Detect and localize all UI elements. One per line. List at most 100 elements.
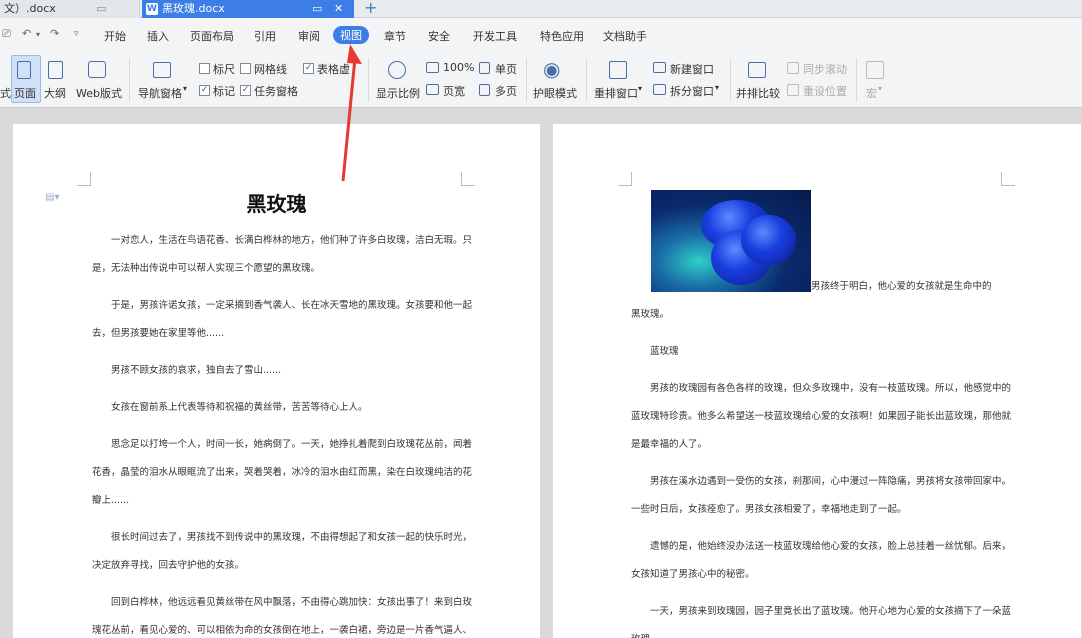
page-view-icon[interactable] — [17, 61, 31, 79]
text-line: 玫瑰。 — [631, 626, 1011, 638]
menu-review[interactable]: 审阅 — [298, 28, 320, 44]
tab-label: 黑玫瑰.docx — [162, 2, 225, 15]
chevron-down-icon[interactable]: ▾ — [183, 84, 187, 93]
menu-security[interactable]: 安全 — [428, 28, 450, 44]
text-line: 很长时间过去了，男孩找不到传说中的黑玫瑰，不由得想起了和女孩一起的快乐时光， — [111, 532, 473, 543]
single-page-icon[interactable] — [479, 62, 490, 74]
macro-icon — [866, 61, 884, 79]
left-page-text: 一对恋人，生活在鸟语花香、长满白桦林的地方，他们种了许多白玫瑰，洁白无瑕。只 是… — [92, 227, 472, 638]
word-document-icon: W — [146, 3, 158, 15]
task-pane-checkbox[interactable]: ✓ — [240, 85, 251, 96]
print-preview-icon[interactable]: ⎚ — [2, 27, 11, 41]
text-line: 一天，男孩来到玫瑰园，园子里竟长出了蓝玫瑰。他开心地为心爱的女孩摘下了一朵蓝 — [650, 606, 1012, 617]
text-line: 是，无法种出传说中可以帮人实现三个愿望的黑玫瑰。 — [92, 263, 321, 274]
arrange-windows-button[interactable]: 重排窗口 — [594, 85, 638, 101]
new-window-button[interactable]: 新建窗口 — [670, 61, 714, 77]
page-width-icon[interactable] — [426, 84, 439, 95]
text-line: 女孩知道了男孩心中的秘密。 — [631, 569, 755, 580]
new-tab-icon[interactable]: + — [364, 0, 377, 17]
tab-active-document[interactable]: W 黑玫瑰.docx ▭ ✕ — [142, 0, 354, 18]
single-page-button[interactable]: 单页 — [495, 61, 517, 77]
ruler-label: 标尺 — [213, 63, 235, 76]
text-line: 遗憾的是，他始终没办法送一枝蓝玫瑰给他心爱的女孩，脸上总挂着一丝忧郁。后来， — [650, 541, 1012, 552]
gridline-checkbox[interactable] — [240, 63, 251, 74]
margin-corner-mark — [461, 172, 475, 186]
navigation-pane-button[interactable]: 导航窗格 — [138, 85, 182, 101]
task-pane-label: 任务窗格 — [254, 85, 298, 98]
menu-references[interactable]: 引用 — [254, 28, 276, 44]
chevron-down-icon[interactable]: ▾ — [715, 83, 719, 92]
text-line: 于是，男孩许诺女孩，一定采摘到香气袭人、长在冰天雪地的黑玫瑰。女孩要和他一起 — [111, 300, 473, 311]
hundred-percent-icon[interactable] — [426, 62, 439, 73]
menu-bar: ⎚ ↶ ▾ ↷ ▿ 开始 插入 页面布局 引用 审阅 视图 章节 安全 开发工具… — [0, 18, 1082, 52]
split-window-icon[interactable] — [653, 84, 666, 95]
document-page-left[interactable]: ▤▾ 黑玫瑰 一对恋人，生活在鸟语花香、长满白桦林的地方，他们种了许多白玫瑰，洁… — [13, 124, 540, 638]
text-line: 是最幸福的人了。 — [631, 439, 708, 450]
menu-page-layout[interactable]: 页面布局 — [190, 28, 234, 44]
menu-chapter[interactable]: 章节 — [384, 28, 406, 44]
multi-page-button[interactable]: 多页 — [495, 83, 517, 99]
side-by-side-button[interactable]: 并排比较 — [736, 85, 780, 101]
text-line: 花香，晶莹的泪水从眼眶流了出来，哭着哭着，冰冷的泪水由红而黑，染在白玫瑰纯洁的花 — [92, 467, 473, 478]
macro-button: 宏 — [866, 87, 877, 100]
text-line: 男孩终于明白，他心爱的女孩就是生命中的 — [811, 281, 992, 292]
menu-doc-assistant[interactable]: 文档助手 — [603, 28, 647, 44]
web-layout-button[interactable]: Web版式 — [76, 85, 122, 101]
text-line: 黑玫瑰。 — [631, 309, 670, 320]
table-grid-checkbox[interactable]: ✓ — [303, 63, 314, 74]
margin-corner-mark — [618, 172, 632, 186]
split-window-button[interactable]: 拆分窗口 — [670, 83, 714, 99]
undo-dropdown-icon[interactable]: ▾ — [36, 30, 40, 39]
ribbon-separator — [856, 58, 857, 102]
text-line: 蓝玫瑰特珍贵。他多么希望送一枝蓝玫瑰给心爱的女孩啊！如果园子能长出蓝玫瑰，那他就 — [631, 411, 1012, 422]
text-line: 蓝玫瑰 — [650, 346, 679, 357]
partial-view-label[interactable]: 式 — [0, 85, 11, 101]
menu-features[interactable]: 特色应用 — [540, 28, 584, 44]
close-icon[interactable]: ✕ — [334, 0, 343, 17]
eye-protection-button[interactable]: 护眼模式 — [533, 85, 577, 101]
pin-icon[interactable]: ▭ — [312, 0, 322, 17]
outline-button[interactable]: 大纲 — [44, 85, 66, 101]
page-width-button[interactable]: 页宽 — [443, 83, 465, 99]
web-layout-icon[interactable] — [88, 61, 106, 78]
tab-other-document[interactable]: 文）.docx ▭ — [0, 0, 140, 18]
text-line: 瓣上...... — [92, 495, 130, 506]
ribbon-separator — [730, 58, 731, 102]
text-line: 思念足以打垮一个人，时间一长，她病倒了。一天，她挣扎着爬到白玫瑰花丛前，闻着 — [111, 439, 473, 450]
pin-icon[interactable]: ▭ — [96, 0, 106, 17]
ribbon-separator — [368, 58, 369, 102]
mark-label: 标记 — [213, 85, 235, 98]
text-line: 男孩在溪水边遇到一受伤的女孩，刹那间，心中漫过一阵隐痛，男孩将女孩带回家中。 — [650, 476, 1012, 487]
new-window-icon[interactable] — [653, 62, 666, 73]
ribbon-separator — [586, 58, 587, 102]
mark-checkbox[interactable]: ✓ — [199, 85, 210, 96]
multi-page-icon[interactable] — [479, 84, 490, 96]
menu-view[interactable]: 视图 — [333, 26, 369, 44]
page-view-button[interactable]: 页面 — [14, 85, 36, 101]
arrange-windows-icon[interactable] — [609, 61, 627, 79]
zoom-button[interactable]: 显示比例 — [376, 85, 420, 101]
menu-start[interactable]: 开始 — [104, 28, 126, 44]
eye-icon[interactable]: ◉ — [543, 57, 560, 81]
redo-icon[interactable]: ↷ — [50, 27, 59, 40]
tab-label: 文）.docx — [4, 2, 56, 15]
menu-insert[interactable]: 插入 — [147, 28, 169, 44]
document-page-right[interactable]: 男孩终于明白，他心爱的女孩就是生命中的 黑玫瑰。 蓝玫瑰 男孩的玫瑰园有各色各样… — [553, 124, 1081, 638]
undo-icon[interactable]: ↶ — [22, 27, 31, 40]
menu-developer[interactable]: 开发工具 — [473, 28, 517, 44]
right-page-text: 男孩终于明白，他心爱的女孩就是生命中的 黑玫瑰。 蓝玫瑰 男孩的玫瑰园有各色各样… — [631, 273, 1011, 638]
document-tab-bar: 文）.docx ▭ W 黑玫瑰.docx ▭ ✕ + — [0, 0, 1082, 18]
margin-corner-mark — [1001, 172, 1015, 186]
sync-scroll-button: 同步滚动 — [803, 63, 847, 76]
zoom-icon[interactable] — [388, 61, 406, 79]
ruler-checkbox[interactable] — [199, 63, 210, 74]
text-line: 女孩在窗前系上代表等待和祝福的黄丝带，苦苦等待心上人。 — [111, 402, 368, 413]
side-by-side-icon[interactable] — [748, 62, 766, 78]
navigation-pane-icon[interactable] — [153, 62, 171, 78]
chevron-down-icon[interactable]: ▾ — [638, 84, 642, 93]
customize-dropdown-icon[interactable]: ▿ — [74, 29, 79, 39]
outline-icon[interactable] — [48, 61, 63, 79]
hundred-percent-button[interactable]: 100% — [443, 61, 474, 74]
text-line: 男孩不顾女孩的哀求，独自去了雪山...... — [111, 365, 282, 376]
reset-position-icon — [787, 84, 799, 96]
